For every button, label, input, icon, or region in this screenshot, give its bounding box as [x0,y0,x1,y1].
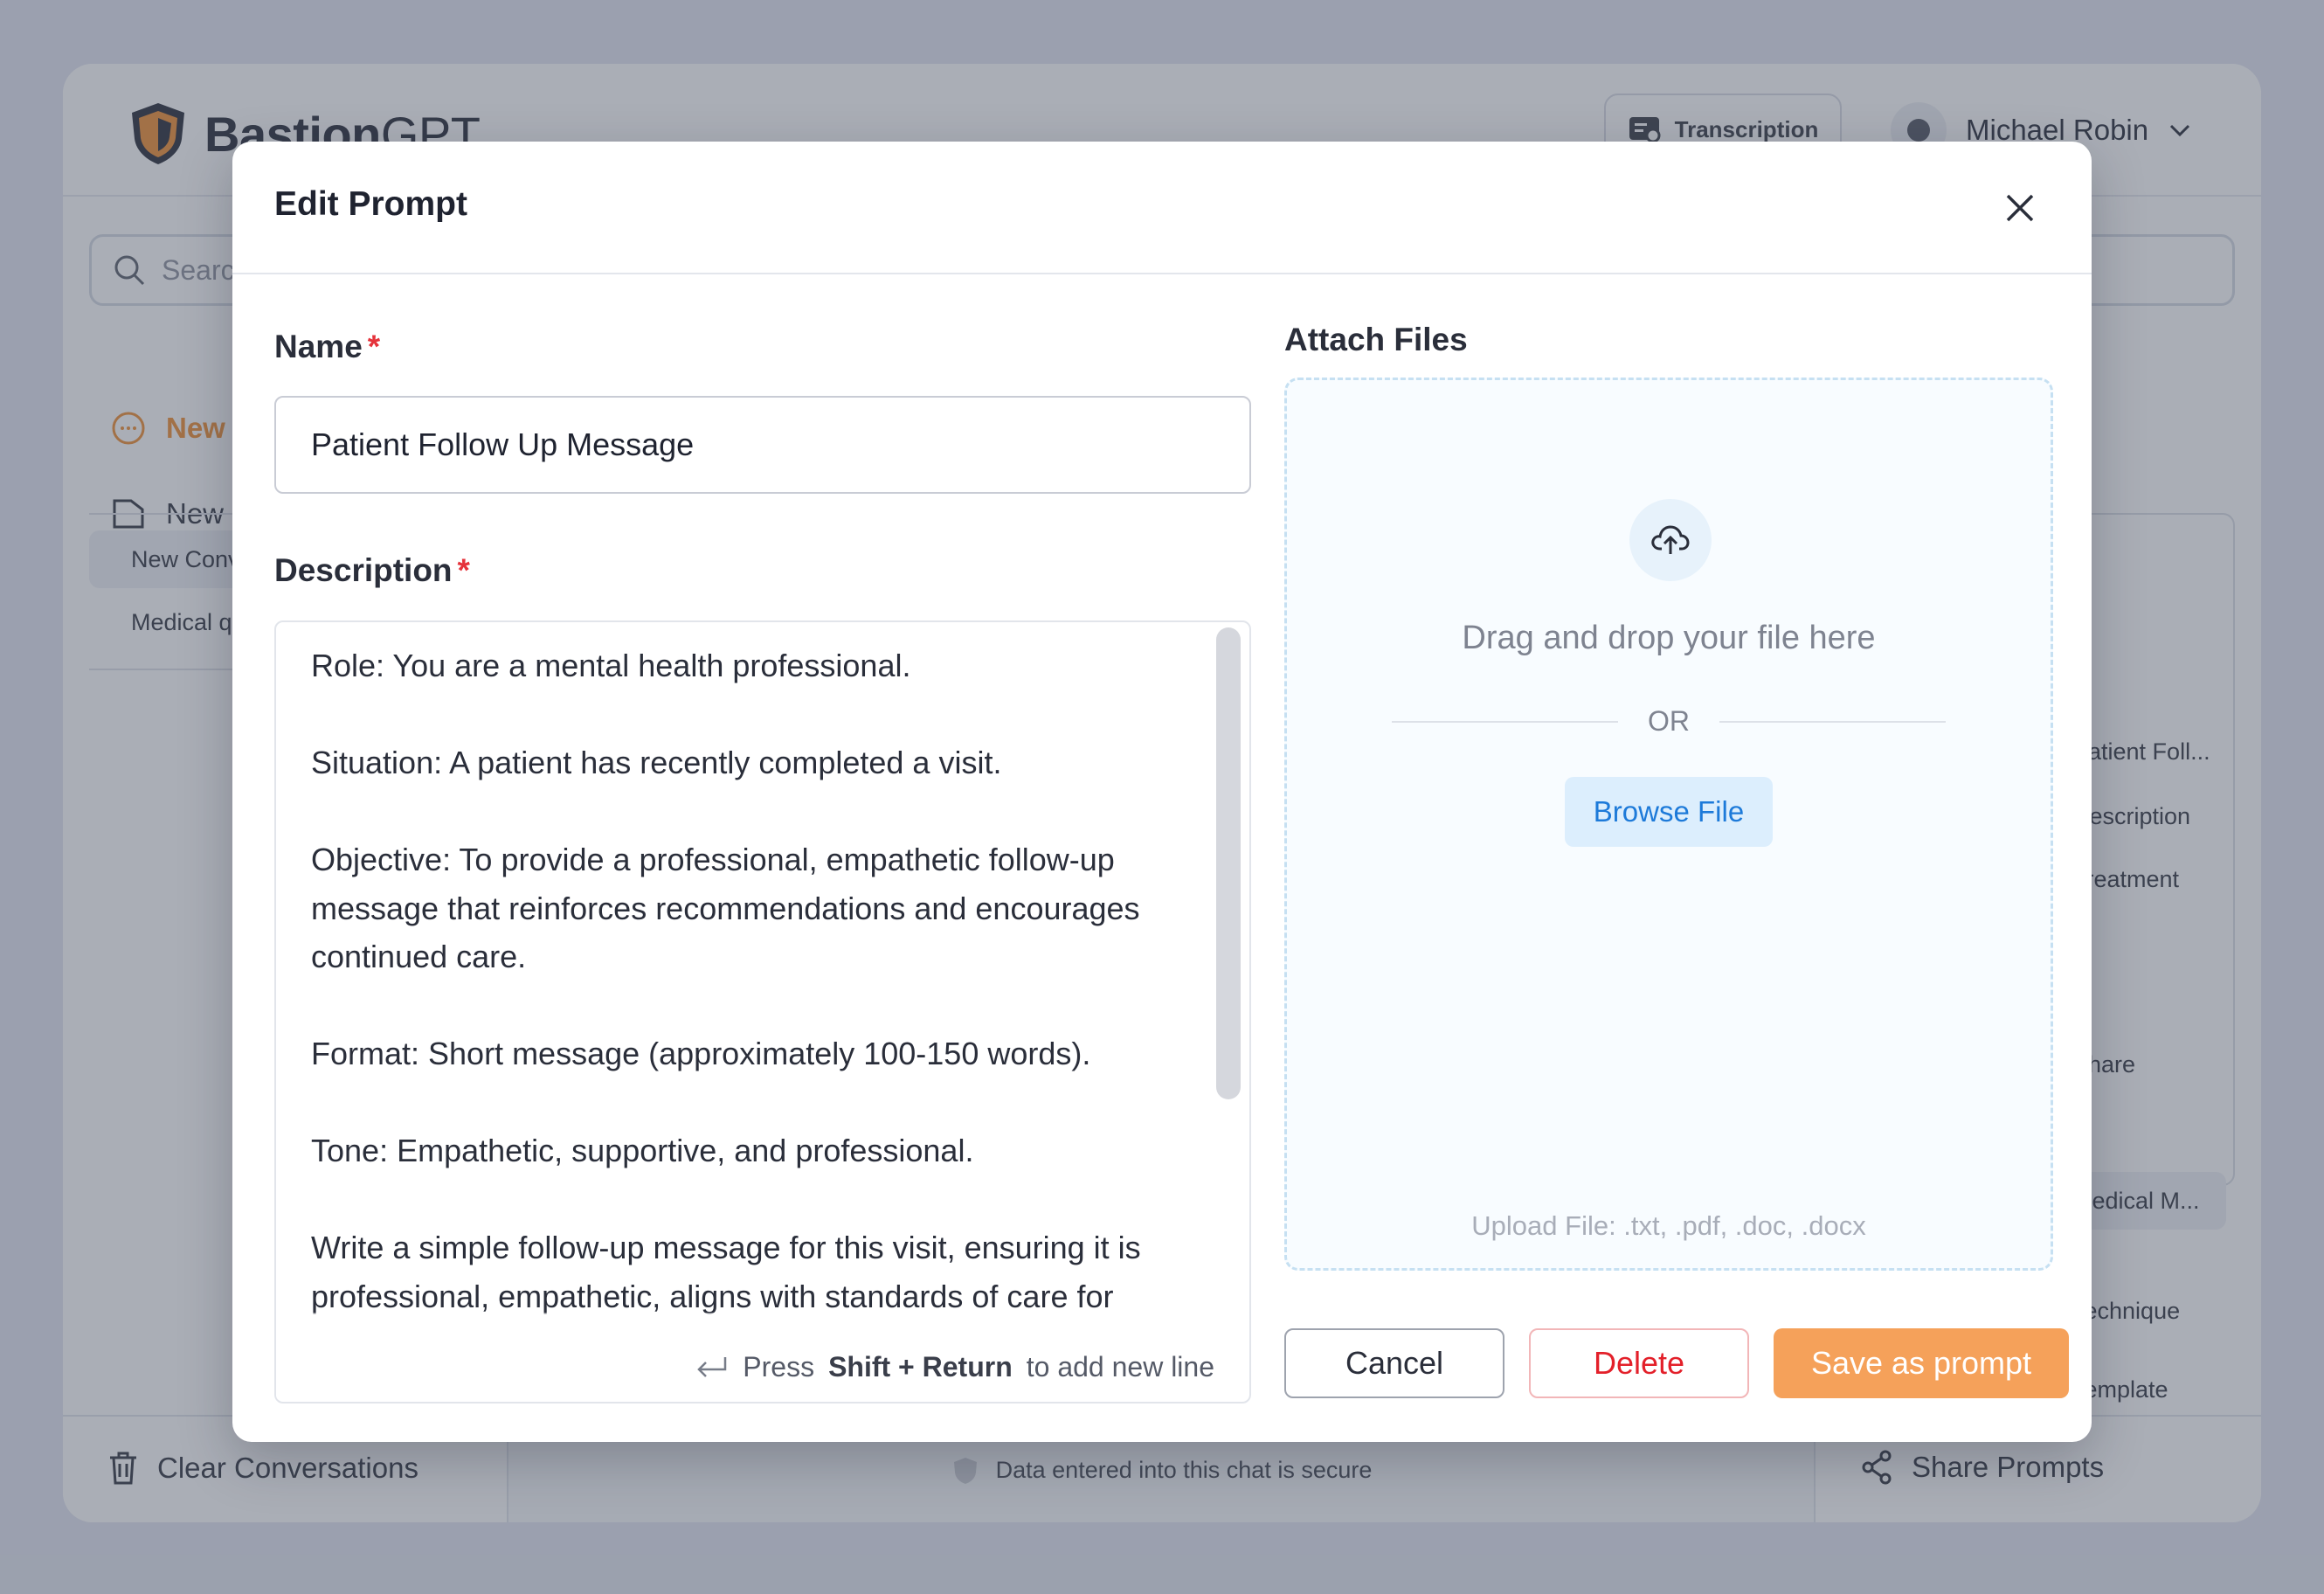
delete-button[interactable]: Delete [1529,1328,1749,1398]
description-text[interactable]: Role: You are a mental health profession… [311,641,1176,1323]
allowed-formats-text: Upload File: .txt, .pdf, .doc, .docx [1471,1210,1866,1241]
name-input[interactable] [274,396,1251,494]
close-button[interactable] [1995,184,2044,232]
save-as-prompt-button[interactable]: Save as prompt [1774,1328,2069,1398]
description-label-text: Description [274,552,453,588]
name-label: Name * [274,329,380,365]
cloud-upload-icon [1651,525,1690,554]
dialog-title: Edit Prompt [274,185,467,223]
browse-file-button[interactable]: Browse File [1565,777,1773,847]
dialog-header: Edit Prompt [232,142,2092,274]
close-icon [2006,194,2034,222]
description-textarea[interactable]: Role: You are a mental health profession… [274,620,1251,1403]
edit-prompt-dialog: Edit Prompt Name* Description* Role: You… [232,142,2092,1442]
required-asterisk: * [367,329,381,364]
file-dropzone[interactable]: Drag and drop your file here OR Browse F… [1284,378,2053,1271]
name-label-text: Name [274,329,363,364]
required-asterisk: * [457,552,470,588]
or-divider: OR [1392,705,1946,738]
hint-keys: Shift + Return [828,1351,1013,1383]
hint-suffix: to add new line [1026,1351,1214,1383]
hint-prefix: Press [743,1351,815,1383]
or-text: OR [1648,705,1690,737]
return-key-icon [697,1356,727,1377]
upload-icon-badge [1629,499,1712,581]
description-scrollbar[interactable] [1216,627,1241,1099]
cancel-button[interactable]: Cancel [1284,1328,1504,1398]
attach-files-label: Attach Files [1284,322,1468,357]
dropzone-text: Drag and drop your file here [1462,620,1876,656]
newline-hint: Press Shift + Return to add new line [694,1351,1214,1383]
description-label: Description * [274,552,470,589]
